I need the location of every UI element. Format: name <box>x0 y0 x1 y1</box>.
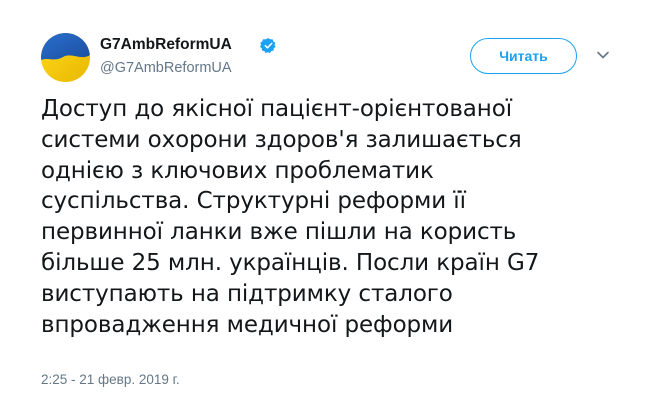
chevron-down-icon[interactable] <box>596 50 610 60</box>
user-handle[interactable]: @G7AmbReformUA <box>100 60 232 76</box>
tweet-text-line: первинної ланки вже пішли на користь <box>41 219 517 246</box>
tweet-text-line: однією з ключових проблематик <box>41 157 434 184</box>
tweet-text-line: системи охорони здоров'я залишається <box>41 126 522 153</box>
tweet-text: Доступ до якісної пацієнт-орієнтованої с… <box>41 94 631 340</box>
tweet-card: G7AmbReformUA @G7AmbReformUA Читать Дост… <box>0 0 650 403</box>
tweet-text-line: виступають на підтримку сталого <box>41 280 453 307</box>
tweet-timestamp[interactable]: 2:25 - 21 февр. 2019 г. <box>41 372 180 387</box>
tweet-text-line: суспільства. Структурні реформи її <box>41 188 466 215</box>
ukraine-flag-avatar-icon <box>41 33 90 82</box>
avatar[interactable] <box>41 33 90 82</box>
tweet-text-line: впровадження медичної реформи <box>41 311 454 338</box>
follow-button[interactable]: Читать <box>470 38 577 74</box>
verified-badge-icon <box>260 38 276 53</box>
display-name[interactable]: G7AmbReformUA <box>100 36 232 54</box>
tweet-text-line: Доступ до якісної пацієнт-орієнтованої <box>41 96 512 122</box>
tweet-text-line: більше 25 млн. українців. Посли країн G7 <box>41 249 540 276</box>
